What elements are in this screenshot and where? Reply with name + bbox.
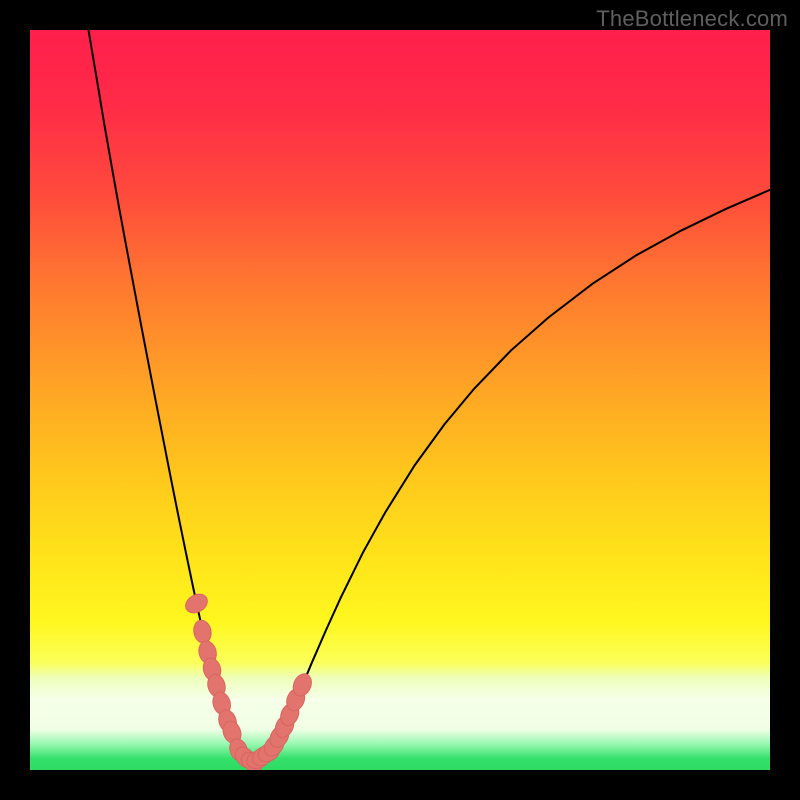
marker-group xyxy=(182,590,314,770)
bottleneck-curve xyxy=(88,30,770,762)
watermark-text: TheBottleneck.com xyxy=(596,6,788,32)
curve-layer xyxy=(30,30,770,770)
chart-frame: TheBottleneck.com xyxy=(0,0,800,800)
plot-area xyxy=(30,30,770,770)
curve-marker xyxy=(182,590,210,616)
curve-marker xyxy=(192,619,213,645)
